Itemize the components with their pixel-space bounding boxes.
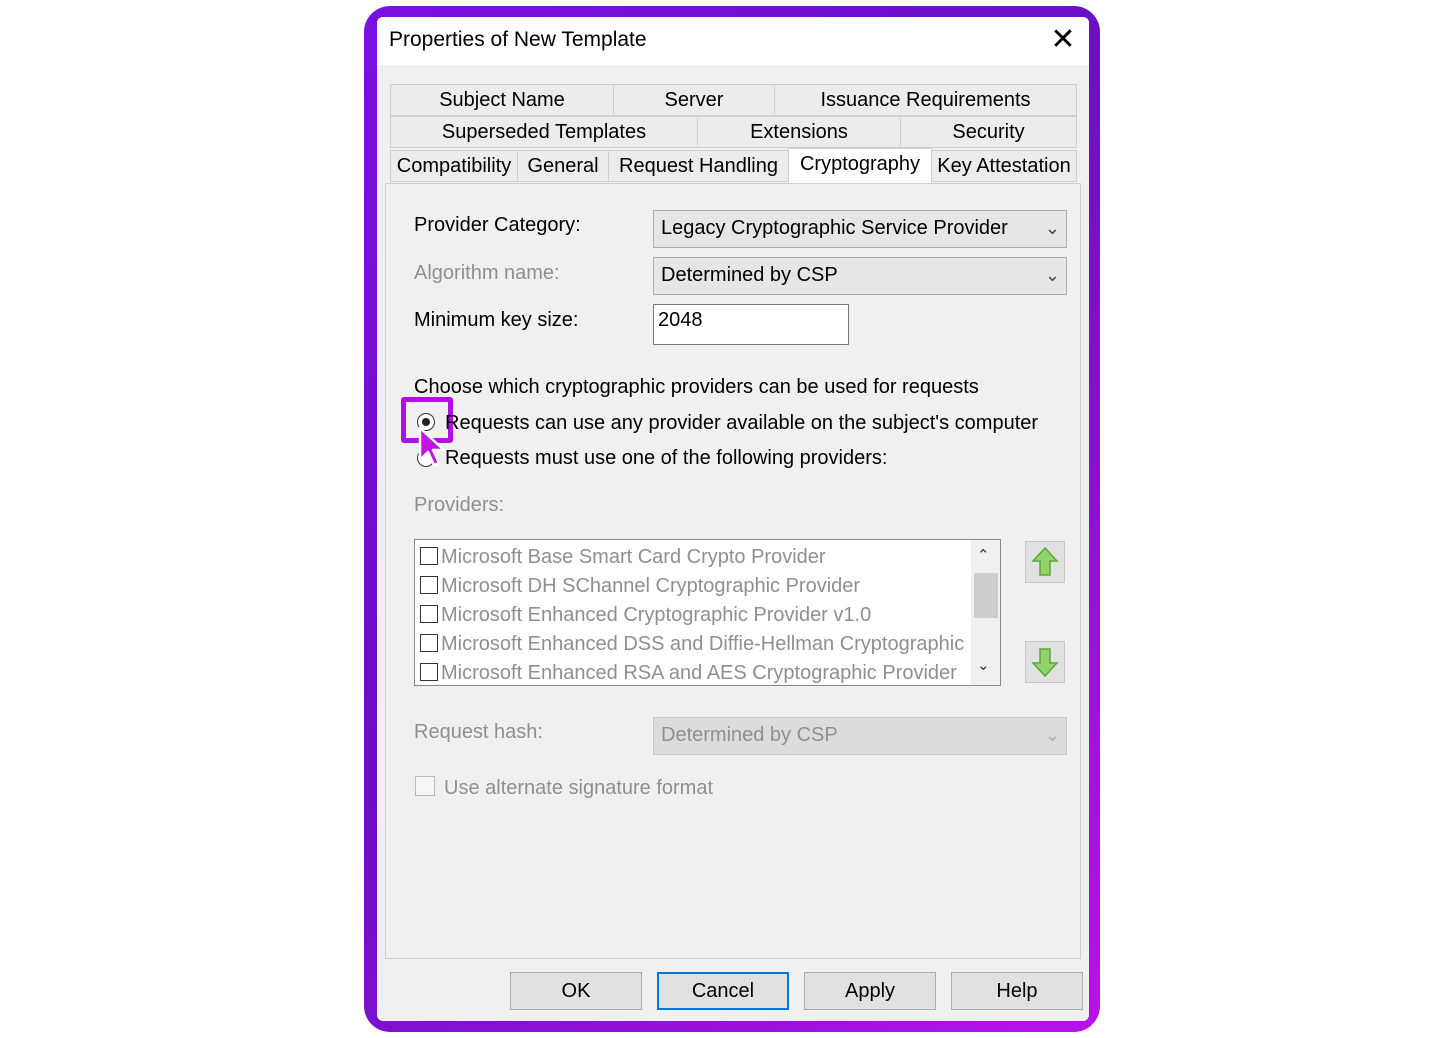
tab-general[interactable]: General [517,150,609,182]
tab-subject-name[interactable]: Subject Name [390,84,614,116]
provider-category-label: Provider Category: [414,214,581,236]
radio-specific-providers-label: Requests must use one of the following p… [445,447,888,469]
cursor-icon [418,426,446,467]
tab-request-handling[interactable]: Request Handling [608,150,789,182]
close-icon[interactable]: ✕ [1045,23,1081,57]
algorithm-name-label: Algorithm name: [414,262,560,284]
window-title: Properties of New Template [389,28,647,51]
providers-scrollbar[interactable]: ⌃ ⌄ [971,540,1000,685]
tab-security[interactable]: Security [900,116,1077,148]
move-down-button[interactable] [1025,641,1065,683]
properties-dialog: Properties of New Template ✕ Subject Nam… [377,17,1089,1021]
provider-category-value: Legacy Cryptographic Service Provider [661,217,1008,239]
tab-superseded-templates[interactable]: Superseded Templates [390,116,698,148]
list-item[interactable]: Microsoft DH SChannel Cryptographic Prov… [420,575,860,598]
request-hash-select[interactable]: Determined by CSP ⌄ [653,717,1067,755]
scroll-thumb[interactable] [974,573,998,618]
list-item[interactable]: Microsoft Base Smart Card Crypto Provide… [420,546,826,569]
minimum-key-size-input[interactable]: 2048 [653,304,849,345]
arrow-up-icon [1031,546,1059,576]
request-hash-value: Determined by CSP [661,724,838,746]
tab-extensions[interactable]: Extensions [697,116,901,148]
tab-issuance-requirements[interactable]: Issuance Requirements [774,84,1077,116]
provider-checkbox[interactable] [420,634,438,652]
alternate-signature-label: Use alternate signature format [444,777,714,799]
scroll-up-icon[interactable]: ⌃ [977,546,990,564]
providers-list[interactable]: Microsoft Base Smart Card Crypto Provide… [414,539,1001,686]
list-item[interactable]: Microsoft Enhanced RSA and AES Cryptogra… [420,662,957,685]
arrow-down-icon [1031,648,1059,678]
chevron-down-icon: ⌄ [1044,218,1060,238]
minimum-key-size-label: Minimum key size: [414,309,579,331]
cancel-button[interactable]: Cancel [657,972,789,1010]
tab-compatibility[interactable]: Compatibility [390,150,518,182]
list-item[interactable]: Microsoft Enhanced Cryptographic Provide… [420,604,871,627]
provider-checkbox[interactable] [420,576,438,594]
apply-button[interactable]: Apply [804,972,936,1010]
list-item[interactable]: Microsoft Enhanced DSS and Diffie-Hellma… [420,633,990,656]
algorithm-name-value: Determined by CSP [661,264,838,286]
help-button[interactable]: Help [951,972,1083,1010]
provider-checkbox[interactable] [420,605,438,623]
title-bar: Properties of New Template ✕ [377,17,1089,65]
ok-button[interactable]: OK [510,972,642,1010]
tab-server[interactable]: Server [613,84,775,116]
alternate-signature-checkbox[interactable] [415,776,435,796]
tab-key-attestation[interactable]: Key Attestation [931,150,1077,182]
provider-checkbox[interactable] [420,663,438,681]
move-up-button[interactable] [1025,541,1065,583]
provider-category-select[interactable]: Legacy Cryptographic Service Provider ⌄ [653,210,1067,248]
radio-any-provider-label: Requests can use any provider available … [445,412,1039,434]
scroll-down-icon[interactable]: ⌄ [977,656,990,674]
providers-label: Providers: [414,494,505,516]
tab-cryptography[interactable]: Cryptography [788,148,932,184]
request-hash-label: Request hash: [414,721,543,743]
chevron-down-icon: ⌄ [1044,265,1060,285]
choose-providers-text: Choose which cryptographic providers can… [414,376,979,398]
chevron-down-icon: ⌄ [1044,725,1060,745]
algorithm-name-select[interactable]: Determined by CSP ⌄ [653,257,1067,295]
provider-checkbox[interactable] [420,547,438,565]
